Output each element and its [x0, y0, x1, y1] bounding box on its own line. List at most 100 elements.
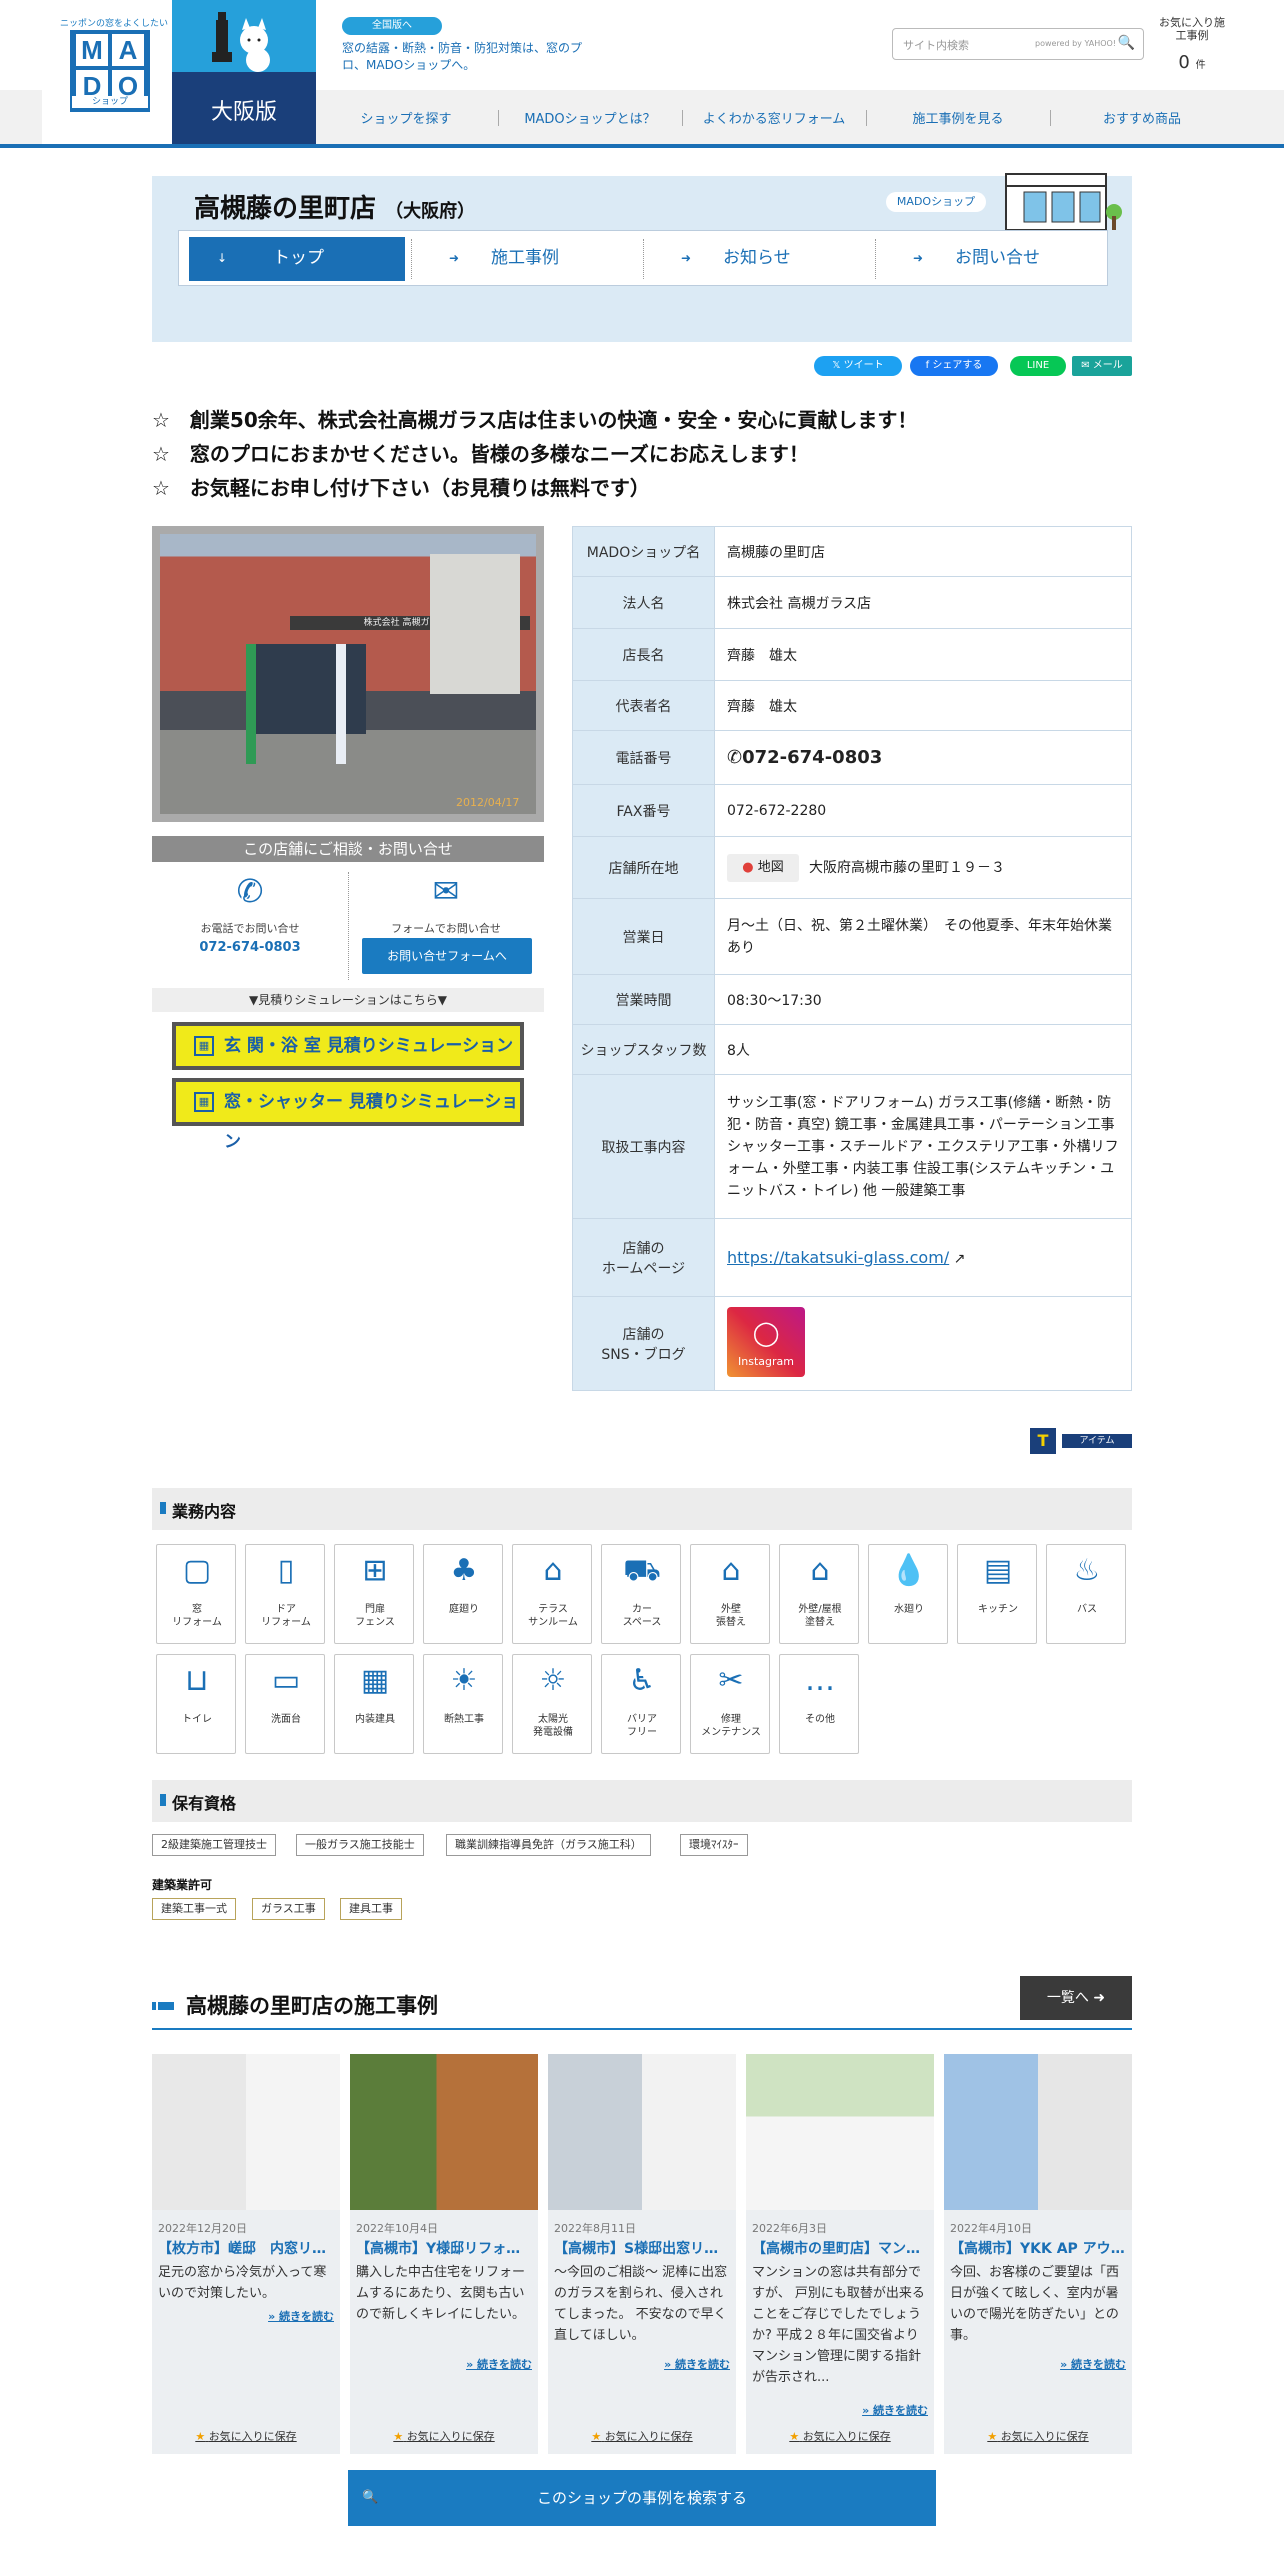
business-item[interactable]: ♿ バリア フリー — [601, 1654, 681, 1754]
works-card-title[interactable]: 【高槻市】YKK AP アウターシェード — [950, 2238, 1126, 2258]
table-row: MADOショップ名 高槻藤の里町店 — [572, 526, 1132, 577]
search-shop-cases-button[interactable]: 🔍 このショップの事例を検索する — [348, 2470, 936, 2526]
line-button[interactable]: LINE — [1010, 356, 1066, 376]
map-button[interactable]: ● 地図 — [727, 853, 799, 882]
read-more-link[interactable]: » 続きを読む — [268, 2308, 334, 2324]
info-key: 法人名 — [572, 576, 715, 629]
search-icon[interactable]: 🔍 — [1118, 35, 1135, 51]
read-more-link[interactable]: » 続きを読む — [862, 2402, 928, 2418]
business-item[interactable]: ▢ 窓 リフォーム — [156, 1544, 236, 1644]
entrance-bath-simulation-button[interactable]: ▦ 玄 関・浴 室 見積りシミュレーション — [172, 1022, 524, 1070]
phone-number[interactable]: 072-674-0803 — [152, 940, 348, 955]
works-card-title[interactable]: 【高槻市】Y様邸リフォーム — [356, 2238, 532, 2258]
favorites-label[interactable]: お気に入り施工事例 — [1156, 16, 1228, 42]
works-card-image[interactable] — [548, 2054, 736, 2210]
tab-contact[interactable]: ➜ お問い合せ — [875, 231, 1107, 285]
works-card[interactable]: 2022年6月3日【高槻市の里町店】マンション窓マンションの窓は共有部分ですが、… — [746, 2054, 934, 2454]
logo-letter: A — [112, 34, 144, 66]
read-more-link[interactable]: » 続きを読む — [664, 2356, 730, 2372]
works-card-image[interactable] — [152, 2054, 340, 2210]
business-item[interactable]: ⌂ 外壁 張替え — [690, 1544, 770, 1644]
nav-divider — [498, 110, 499, 126]
business-item[interactable]: ⛟ カー スペース — [601, 1544, 681, 1644]
table-row: 営業時間 08:30～17:30 — [572, 974, 1132, 1025]
save-favorite-link[interactable]: ★ お気に入りに保存 — [152, 2428, 340, 2444]
instagram-button[interactable]: ◯ Instagram — [727, 1306, 805, 1377]
business-item[interactable]: ▯ ドア リフォーム — [245, 1544, 325, 1644]
business-item[interactable]: ▭ 洗面台 — [245, 1654, 325, 1754]
site-header: ニッポンの窓をよくしたい M A D O ショップ 大阪版 全国版へ 窓の結露・… — [0, 0, 1284, 148]
phone-contact[interactable]: ✆ お電話でお問い合せ 072-674-0803 — [152, 872, 348, 982]
works-card[interactable]: 2022年8月11日【高槻市】S様邸出窓リフォーム ～今回のご相談～ 泥棒に出窓の… — [548, 2054, 736, 2454]
works-card-title[interactable]: 【高槻市の里町店】マンション窓 — [752, 2238, 928, 2258]
info-value: 齊藤 雄太 — [714, 680, 1132, 731]
read-more-link[interactable]: » 続きを読む — [1060, 2356, 1126, 2372]
intro-line: ☆ 創業50余年、株式会社高槻ガラス店は住まいの快適・安全・安心に貢献します！ — [152, 408, 918, 432]
business-item[interactable]: … その他 — [779, 1654, 859, 1754]
garden-icon: ♣ — [450, 1553, 478, 1588]
read-more-link[interactable]: » 続きを読む — [466, 2356, 532, 2372]
read-more-label: 続きを読む — [1071, 2358, 1126, 2371]
calculator-icon: ▦ — [194, 1036, 214, 1056]
nav-reform-guide[interactable]: よくわかる窓リフォーム — [684, 108, 864, 127]
license-title: 建築業許可 — [152, 1878, 213, 1892]
works-card-image[interactable] — [350, 2054, 538, 2210]
nav-products[interactable]: おすすめ商品 — [1052, 108, 1232, 127]
mail-button[interactable]: ✉ メール — [1072, 356, 1132, 376]
repair-icon: ✂ — [718, 1663, 744, 1698]
business-item[interactable]: 💧 水廻り — [868, 1544, 948, 1644]
business-item[interactable]: ⊔ トイレ — [156, 1654, 236, 1754]
info-phone[interactable]: 072-674-0803 — [742, 747, 882, 768]
tab-news[interactable]: ➜ お知らせ — [643, 231, 875, 285]
store-entrance — [256, 644, 366, 734]
business-item[interactable]: ☼ 太陽光 発電設備 — [512, 1654, 592, 1754]
works-card[interactable]: 2022年4月10日【高槻市】YKK AP アウターシェード今回、お客様のご要望… — [944, 2054, 1132, 2454]
map-pin-icon: ● — [742, 859, 754, 875]
works-card-image[interactable] — [944, 2054, 1132, 2210]
works-card[interactable]: 2022年10月4日 【高槻市】Y様邸リフォーム 購入した中古住宅をリフォームするに… — [350, 2054, 538, 2454]
facebook-share-button[interactable]: f シェアする — [910, 356, 998, 376]
works-card-title[interactable]: 【枚方市】嵯邸 内窓リフォーム — [158, 2238, 334, 2258]
business-item[interactable]: ⌂ 外壁/屋根 塗替え — [779, 1544, 859, 1644]
business-item[interactable]: ♨ バス — [1046, 1544, 1126, 1644]
tab-top[interactable]: ↓ トップ — [179, 231, 411, 285]
table-row: 電話番号 ✆072-674-0803 — [572, 730, 1132, 785]
flag — [336, 644, 346, 764]
business-item-label: バス — [1077, 1604, 1097, 1615]
store-tabs: ↓ トップ ➜ 施工事例 ➜ お知らせ ➜ お問い合せ — [178, 230, 1108, 286]
window-shutter-simulation-button[interactable]: ▦ 窓・シャッター 見積りシミュレーション — [172, 1078, 524, 1152]
tab-cases[interactable]: ➜ 施工事例 — [411, 231, 643, 285]
business-item[interactable]: ☀ 断熱工事 — [423, 1654, 503, 1754]
nav-cases[interactable]: 施工事例を見る — [868, 108, 1048, 127]
business-item[interactable]: ✂ 修理 メンテナンス — [690, 1654, 770, 1754]
works-card[interactable]: 2022年12月20日【枚方市】嵯邸 内窓リフォーム足元の窓から冷気が入って寒い… — [152, 2054, 340, 2454]
save-favorite-label: お気に入りに保存 — [802, 2430, 891, 2443]
save-favorite-link[interactable]: ★ お気に入りに保存 — [944, 2428, 1132, 2444]
save-favorite-link[interactable]: ★ お気に入りに保存 — [548, 2428, 736, 2444]
works-card-image[interactable] — [746, 2054, 934, 2210]
business-item[interactable]: ♣ 庭廻り — [423, 1544, 503, 1644]
nav-about[interactable]: MADOショップとは？ — [500, 108, 680, 127]
business-item[interactable]: ⌂ テラス サンルーム — [512, 1544, 592, 1644]
works-list-button[interactable]: 一覧へ ➜ — [1020, 1976, 1132, 2020]
phone-icon: ✆ — [727, 747, 743, 768]
table-row: 代表者名 齊藤 雄太 — [572, 680, 1132, 731]
works-card-date: 2022年6月3日 — [752, 2222, 827, 2235]
info-value[interactable]: ✆072-674-0803 — [714, 730, 1132, 785]
works-card-title[interactable]: 【高槻市】S様邸出窓リフォーム — [554, 2238, 730, 2258]
section-marker-icon — [152, 2002, 174, 2010]
business-item[interactable]: ⊞ 門扉 フェンス — [334, 1544, 414, 1644]
business-item-label: 庭廻り — [449, 1604, 479, 1615]
contact-form-button[interactable]: お問い合せフォームへ — [362, 938, 532, 974]
business-section-header: 業務内容 — [152, 1488, 1132, 1530]
save-favorite-link[interactable]: ★ お気に入りに保存 — [350, 2428, 538, 2444]
favorites-count[interactable]: 0 件 — [1156, 52, 1228, 73]
tweet-button[interactable]: 𝕏 ツイート — [814, 356, 902, 376]
nav-find-shop[interactable]: ショップを探す — [316, 108, 496, 127]
national-site-button[interactable]: 全国版へ — [342, 17, 442, 35]
save-favorite-link[interactable]: ★ お気に入りに保存 — [746, 2428, 934, 2444]
homepage-link[interactable]: https://takatsuki-glass.com/ — [727, 1248, 949, 1267]
site-search-input[interactable]: サイト内検索 powered by YAHOO! 🔍 — [892, 28, 1144, 60]
business-item[interactable]: ▦ 内装建具 — [334, 1654, 414, 1754]
business-item[interactable]: ▤ キッチン — [957, 1544, 1037, 1644]
